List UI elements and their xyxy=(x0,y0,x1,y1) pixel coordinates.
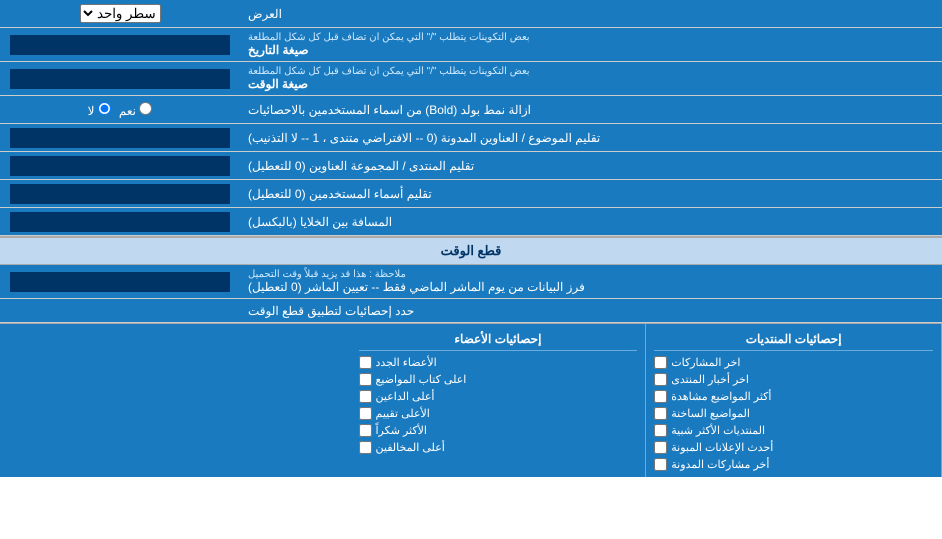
cell-spacing-field[interactable]: 2 xyxy=(10,212,230,232)
topic-order-field[interactable]: 33 xyxy=(10,128,230,148)
checkbox-item: المواضيع الساخنة xyxy=(654,405,933,422)
forum-order-row: تقليم المنتدى / المجموعة العناوين (0 للت… xyxy=(0,152,942,180)
checkbox-item: أحدث الإعلانات المبونة xyxy=(654,439,933,456)
cb-top-posters[interactable] xyxy=(359,373,372,386)
cb-top-rated[interactable] xyxy=(359,407,372,420)
main-container: العرض سطر واحد سطرين بعض التكوينات يتطلب… xyxy=(0,0,942,477)
bold-remove-label: ازالة نمط بولد (Bold) من اسماء المستخدمي… xyxy=(240,96,942,123)
checkbox-item: أكثر المواضيع مشاهدة xyxy=(654,388,933,405)
forum-order-input: 33 xyxy=(0,152,240,179)
cb-last-blog[interactable] xyxy=(654,458,667,471)
user-names-field[interactable]: 0 xyxy=(10,184,230,204)
cut-time-label: ملاحظة : هذا قد يزيد قبلاً وقت التحميل ف… xyxy=(240,265,942,298)
time-format-label: بعض التكوينات يتطلب "/" التي يمكن ان تضا… xyxy=(240,62,942,95)
cb-last-posts[interactable] xyxy=(654,356,667,369)
cut-time-field[interactable]: 0 xyxy=(10,272,230,292)
topic-order-row: تقليم الموضوع / العناوين المدونة (0 -- ا… xyxy=(0,124,942,152)
stats-limit-label: حدد إحصائيات لتطبيق قطع الوقت xyxy=(240,299,942,322)
cell-spacing-label: المسافة بين الخلايا (بالبكسل) xyxy=(240,208,942,235)
checkbox-item: الأكثر شكراً xyxy=(359,422,638,439)
cb-new-members[interactable] xyxy=(359,356,372,369)
cb-last-news[interactable] xyxy=(654,373,667,386)
time-format-input: H:i xyxy=(0,62,240,95)
line-display-select[interactable]: سطر واحد سطرين xyxy=(80,4,161,23)
cut-time-row: ملاحظة : هذا قد يزيد قبلاً وقت التحميل ف… xyxy=(0,265,942,299)
bold-no-label: لا xyxy=(88,102,111,118)
cb-most-thanked[interactable] xyxy=(359,424,372,437)
col-member-stats: إحصائيات الأعضاء الأعضاء الجدد اعلى كتاب… xyxy=(351,324,647,477)
display-label: العرض xyxy=(240,0,942,27)
date-format-input: d-m xyxy=(0,28,240,61)
cut-time-header: قطع الوقت xyxy=(0,236,942,265)
bold-no-radio[interactable] xyxy=(98,102,111,115)
checkbox-item: المنتديات الأكثر شبية xyxy=(654,422,933,439)
checkboxes-grid: إحصائيات المنتديات اخر المشاركات اخر أخب… xyxy=(0,324,942,477)
checkboxes-section: إحصائيات المنتديات اخر المشاركات اخر أخب… xyxy=(0,323,942,477)
checkbox-item: اعلى كتاب المواضيع xyxy=(359,371,638,388)
stats-limit-row: حدد إحصائيات لتطبيق قطع الوقت xyxy=(0,299,942,323)
forum-order-field[interactable]: 33 xyxy=(10,156,230,176)
checkbox-item: أخر مشاركات المدونة xyxy=(654,456,933,473)
date-format-field[interactable]: d-m xyxy=(10,35,230,55)
cb-top-inviters[interactable] xyxy=(359,390,372,403)
date-format-row: بعض التكوينات يتطلب "/" التي يمكن ان تضا… xyxy=(0,28,942,62)
col-forum-stats: إحصائيات المنتديات اخر المشاركات اخر أخب… xyxy=(646,324,942,477)
display-input: سطر واحد سطرين xyxy=(0,0,240,27)
user-names-row: تقليم أسماء المستخدمين (0 للتعطيل) 0 xyxy=(0,180,942,208)
cut-time-input: 0 xyxy=(0,265,240,298)
col1-header: إحصائيات المنتديات xyxy=(654,328,933,351)
cb-latest-ads[interactable] xyxy=(654,441,667,454)
checkbox-item: الأعضاء الجدد xyxy=(359,354,638,371)
checkbox-item: الأعلى تقييم xyxy=(359,405,638,422)
date-format-label: بعض التكوينات يتطلب "/" التي يمكن ان تضا… xyxy=(240,28,942,61)
cb-top-violators[interactable] xyxy=(359,441,372,454)
cb-most-viewed[interactable] xyxy=(654,390,667,403)
bold-remove-row: ازالة نمط بولد (Bold) من اسماء المستخدمي… xyxy=(0,96,942,124)
checkbox-item: أعلى المخالفين xyxy=(359,439,638,456)
time-format-field[interactable]: H:i xyxy=(10,69,230,89)
forum-order-label: تقليم المنتدى / المجموعة العناوين (0 للت… xyxy=(240,152,942,179)
bold-remove-options: نعم لا xyxy=(0,96,240,123)
bold-yes-label: نعم xyxy=(119,102,152,118)
col-right-empty xyxy=(0,324,351,477)
cb-popular-forums[interactable] xyxy=(654,424,667,437)
time-format-row: بعض التكوينات يتطلب "/" التي يمكن ان تضا… xyxy=(0,62,942,96)
display-row: العرض سطر واحد سطرين xyxy=(0,0,942,28)
checkbox-item: أعلى الداعين xyxy=(359,388,638,405)
bold-yes-radio[interactable] xyxy=(139,102,152,115)
col2-header: إحصائيات الأعضاء xyxy=(359,328,638,351)
user-names-label: تقليم أسماء المستخدمين (0 للتعطيل) xyxy=(240,180,942,207)
checkbox-item: اخر أخبار المنتدى xyxy=(654,371,933,388)
topic-order-input: 33 xyxy=(0,124,240,151)
checkbox-item: اخر المشاركات xyxy=(654,354,933,371)
cell-spacing-row: المسافة بين الخلايا (بالبكسل) 2 xyxy=(0,208,942,236)
user-names-input: 0 xyxy=(0,180,240,207)
cb-hot-topics[interactable] xyxy=(654,407,667,420)
topic-order-label: تقليم الموضوع / العناوين المدونة (0 -- ا… xyxy=(240,124,942,151)
cell-spacing-input: 2 xyxy=(0,208,240,235)
